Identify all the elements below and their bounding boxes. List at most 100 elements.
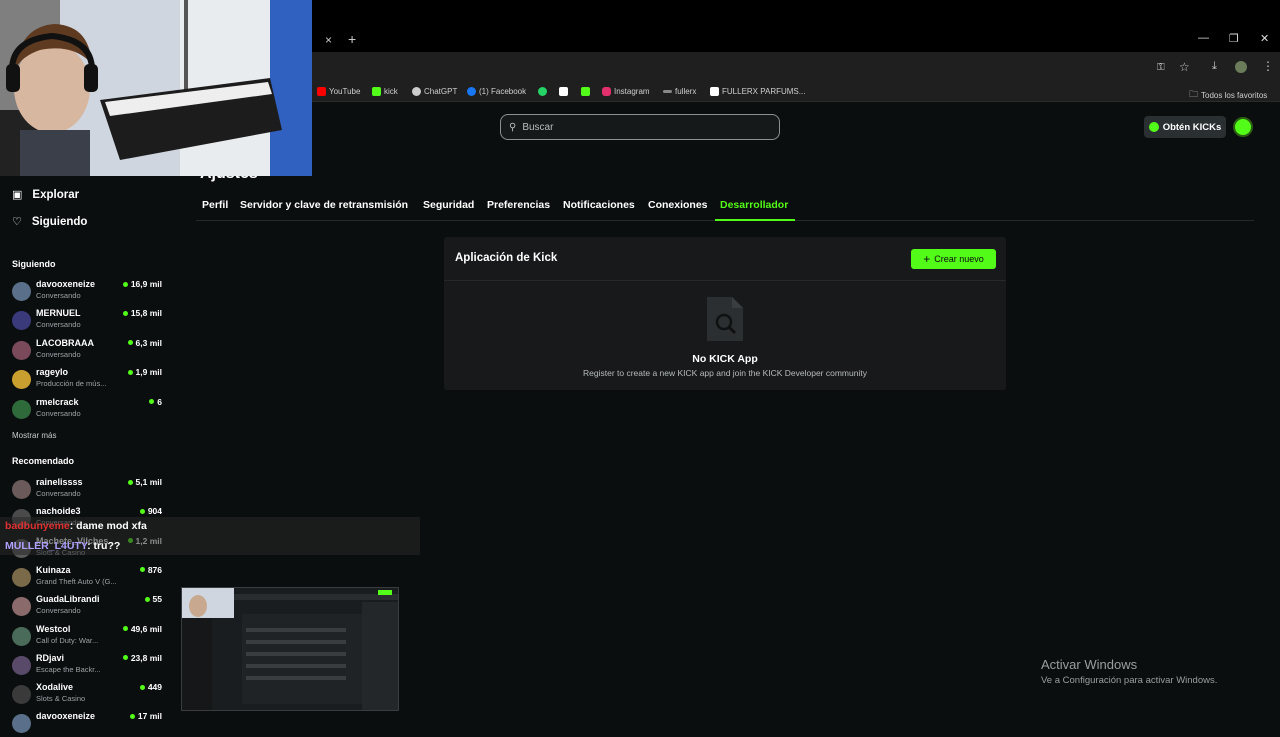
live-dot-icon (127, 479, 133, 485)
viewer-count-value: 6 (157, 396, 162, 407)
bookmark-instagram[interactable]: Instagram (602, 87, 650, 96)
tab-server-key[interactable]: Servidor y clave de retransmisión (240, 199, 408, 211)
channel-item[interactable]: rainelissss Conversando 5,1 mil (12, 477, 162, 503)
search-input[interactable]: ⚲ Buscar (500, 114, 780, 140)
channel-item[interactable]: davooxeneize 17 mil (12, 711, 162, 737)
tab-notifications[interactable]: Notificaciones (563, 199, 635, 211)
create-new-label: Crear nuevo (934, 254, 984, 264)
viewer-count-value: 5,1 mil (135, 477, 162, 487)
profile-icon[interactable] (1235, 61, 1247, 73)
viewer-count-value: 6,3 mil (135, 337, 162, 348)
channel-name: nachoide3 (36, 506, 81, 517)
channel-category: Conversando (36, 606, 81, 616)
viewer-count: 904 (139, 506, 162, 516)
bookmark-kick-2[interactable] (581, 87, 590, 96)
bookmark-youtube[interactable]: YouTube (317, 87, 360, 96)
viewer-count-value: 55 (152, 594, 162, 605)
channel-item[interactable]: MERNUEL Conversando 15,8 mil (12, 308, 162, 334)
bookmark-label: ChatGPT (424, 87, 458, 96)
channel-avatar (12, 399, 31, 419)
kick-coin-icon (1148, 122, 1159, 132)
kick-app-card: Aplicación de Kick + Crear nuevo No KICK… (444, 237, 1006, 390)
bookmark-tiktok[interactable] (559, 87, 568, 96)
user-avatar[interactable] (1233, 117, 1253, 137)
show-more-button[interactable]: Mostrar más (12, 431, 56, 440)
bookmark-label: Instagram (614, 87, 650, 96)
channel-item[interactable]: davooxeneize Conversando 16,9 mil (12, 279, 162, 305)
settings-tabs: Perfil Servidor y clave de retransmisión… (196, 192, 1254, 221)
bookmark-fullerx-parfums[interactable]: FULLERX PARFUMS... (710, 87, 805, 96)
channel-category: Conversando (36, 291, 81, 300)
search-icon: ⚲ (509, 121, 517, 133)
channel-item[interactable]: rageylo Producción de mús... 1,9 mil (12, 367, 162, 393)
create-new-button[interactable]: + Crear nuevo (911, 249, 996, 269)
bookmark-kick[interactable]: kick (372, 87, 398, 96)
watermark-title: Activar Windows (1041, 657, 1138, 672)
search-placeholder: Buscar (522, 121, 554, 133)
channel-name: Xodalive (36, 682, 74, 693)
bookmark-whatsapp[interactable] (538, 87, 547, 96)
bookmark-fullerx[interactable]: fullerx (663, 87, 696, 96)
tab-profile[interactable]: Perfil (202, 199, 228, 211)
windows-activation-watermark: Activar Windows Ve a Configuración para … (1041, 657, 1217, 686)
channel-avatar (12, 655, 31, 675)
tab-connections[interactable]: Conexiones (648, 199, 708, 211)
file-search-icon (707, 297, 743, 341)
live-dot-icon (139, 567, 145, 573)
maximize-button[interactable]: ❐ (1229, 32, 1239, 45)
channel-avatar (12, 685, 31, 705)
new-tab-button[interactable]: + (348, 31, 356, 47)
channel-item[interactable]: Xodalive Slots & Casino 449 (12, 682, 162, 708)
viewer-count-value: 16,9 mil (130, 279, 162, 289)
nav-following[interactable]: ♡ Siguiendo (12, 215, 87, 229)
channel-item[interactable]: RDjavi Escape the Backr... 23,8 mil (12, 653, 162, 679)
tiktok-icon (710, 87, 719, 96)
active-tab-indicator (715, 219, 795, 221)
star-icon[interactable]: ☆ (1179, 60, 1190, 74)
nav-explore-label: Explorar (32, 188, 80, 201)
tab-close-icon[interactable]: × (325, 33, 332, 47)
nav-explore[interactable]: ▣ Explorar (12, 188, 80, 202)
viewer-count-value: 23,8 mil (130, 652, 162, 663)
tab-security[interactable]: Seguridad (423, 199, 474, 211)
channel-name: Kuinaza (36, 564, 71, 575)
minimize-button[interactable]: — (1198, 32, 1209, 44)
bookmark-facebook[interactable]: (1) Facebook (467, 87, 526, 96)
channel-avatar (12, 480, 31, 499)
tab-preferences[interactable]: Preferencias (487, 199, 550, 211)
channel-avatar (12, 597, 31, 617)
viewer-count-value: 876 (147, 564, 162, 575)
channel-avatar (12, 370, 31, 390)
live-dot-icon (122, 281, 128, 287)
viewer-count-value: 449 (147, 682, 162, 693)
all-bookmarks[interactable]: 🗀 Todos los favoritos (1189, 87, 1267, 103)
channel-category: Conversando (36, 349, 81, 359)
bookmark-label: fullerx (675, 87, 697, 96)
empty-state-title: No KICK App (692, 353, 758, 365)
channel-item[interactable]: GuadaLibrandi Conversando 55 (12, 594, 162, 620)
channel-name: davooxeneize (36, 279, 96, 289)
channel-category: Conversando (36, 408, 81, 418)
channel-item[interactable]: LACOBRAAA Conversando 6,3 mil (12, 338, 162, 364)
close-window-button[interactable]: ✕ (1260, 32, 1269, 45)
live-dot-icon (127, 369, 133, 375)
plus-icon: + (923, 252, 931, 266)
kick-icon (372, 87, 381, 96)
bookmark-label: FULLERX PARFUMS... (722, 87, 806, 96)
channel-category: Producción de mús... (36, 379, 107, 389)
get-kicks-button[interactable]: Obtén KICKs (1144, 116, 1226, 138)
tab-developer[interactable]: Desarrollador (720, 199, 788, 211)
channel-item[interactable]: Kuinaza Grand Theft Auto V (G... 876 (12, 565, 162, 591)
menu-icon[interactable]: ⋮ (1262, 59, 1274, 73)
live-dot-icon (122, 626, 128, 631)
bookmark-chatgpt[interactable]: ChatGPT (412, 87, 457, 96)
channel-item[interactable]: rmelcrack Conversando 6 (12, 397, 162, 423)
channel-item[interactable]: Westcol Call of Duty: War... 49,6 mil (12, 624, 162, 650)
live-dot-icon (129, 713, 135, 719)
viewer-count-value: 49,6 mil (130, 623, 162, 634)
heart-icon: ♡ (12, 216, 22, 228)
channel-name: LACOBRAAA (36, 337, 94, 348)
channel-name: RDjavi (36, 652, 65, 663)
download-icon[interactable]: ⤓ (1212, 60, 1217, 73)
key-icon[interactable]: ⚿ (1157, 62, 1165, 73)
